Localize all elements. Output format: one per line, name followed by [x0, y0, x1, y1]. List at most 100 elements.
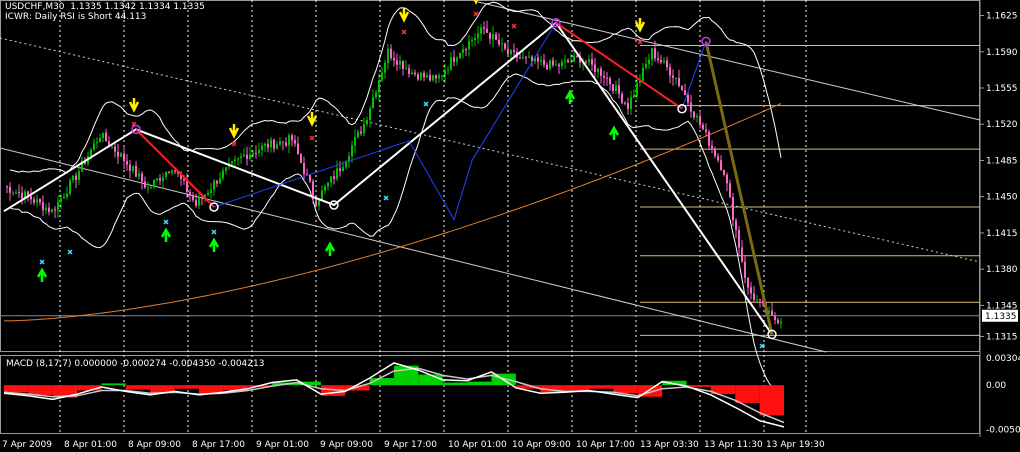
candle-down — [435, 75, 437, 79]
candle-down — [498, 39, 500, 45]
candle-down — [21, 192, 23, 199]
time-axis-label: 9 Apr 17:00 — [384, 440, 437, 450]
candle-down — [627, 102, 629, 109]
sell-arrow — [128, 98, 140, 113]
candle-down — [774, 315, 776, 320]
candle-down — [39, 199, 41, 203]
candle-up — [645, 64, 647, 68]
candle-down — [678, 77, 680, 87]
signal-cross — [309, 135, 315, 141]
candle-up — [45, 207, 47, 211]
candle-down — [546, 64, 548, 70]
candle-down — [729, 183, 731, 197]
candle-down — [195, 200, 197, 206]
candle-down — [603, 75, 605, 78]
macd-bar-positive — [101, 383, 126, 386]
candle-up — [222, 170, 224, 179]
candle-down — [741, 247, 743, 262]
candle-up — [207, 192, 209, 195]
candle-up — [357, 131, 359, 138]
price-chart-svg[interactable]: 1.1625 1.1590 1.1555 1.1520 1.1485 1.1450 1.14… — [0, 0, 1020, 452]
signal-cross — [39, 259, 45, 265]
time-axis-label: 13 Apr 03:30 — [640, 440, 699, 450]
candle-down — [489, 32, 491, 40]
candle-up — [165, 171, 167, 178]
price-tick-label: 1.1520 — [986, 120, 1018, 130]
candle-up — [480, 27, 482, 34]
candle-up — [147, 187, 149, 189]
candle-up — [351, 145, 353, 157]
candle-down — [609, 78, 611, 85]
candle-up — [588, 59, 590, 63]
candle-up — [132, 165, 134, 172]
candle-down — [42, 202, 44, 211]
candle-up — [456, 58, 458, 62]
candle-down — [216, 180, 218, 184]
candle-down — [699, 115, 701, 125]
buy-arrow — [564, 89, 576, 104]
signal-cross — [401, 29, 407, 35]
buy-arrow — [608, 125, 620, 140]
candle-up — [432, 75, 434, 81]
macd-bar-negative — [4, 385, 29, 393]
candle-up — [288, 135, 290, 146]
candle-up — [375, 92, 377, 98]
candle-down — [504, 43, 506, 49]
candle-down — [672, 75, 674, 78]
candle-up — [213, 180, 215, 190]
candle-down — [684, 90, 686, 96]
channel-line-dotted — [0, 37, 981, 263]
time-axis-label: 7 Apr 2009 — [2, 440, 52, 450]
candle-down — [735, 220, 737, 230]
candle-up — [597, 68, 599, 72]
candle-down — [543, 60, 545, 65]
candle-down — [666, 60, 668, 68]
signal-cross — [231, 141, 237, 147]
candle-up — [642, 67, 644, 81]
candle-down — [585, 61, 587, 63]
price-tick-label: 1.1590 — [986, 48, 1018, 58]
candle-down — [750, 287, 752, 294]
candle-down — [159, 178, 161, 181]
price-tick-label: 1.1485 — [986, 156, 1018, 166]
candle-up — [111, 146, 113, 148]
candle-down — [297, 143, 299, 155]
trend-olive — [704, 41, 774, 335]
macd-bar-negative — [735, 385, 760, 403]
candle-up — [15, 192, 17, 194]
candle-down — [594, 64, 596, 72]
candle-up — [462, 49, 464, 53]
candle-up — [153, 180, 155, 187]
candle-up — [561, 61, 563, 67]
candle-down — [483, 27, 485, 29]
candle-down — [393, 58, 395, 61]
candle-up — [459, 52, 461, 59]
candle-up — [210, 189, 212, 193]
candle-down — [681, 86, 683, 91]
candle-up — [342, 167, 344, 172]
candle-up — [138, 173, 140, 177]
candle-up — [156, 178, 158, 181]
candle-up — [171, 170, 173, 173]
candle-down — [753, 293, 755, 300]
candle-down — [141, 173, 143, 182]
candle-down — [708, 131, 710, 146]
candle-up — [555, 64, 557, 66]
candle-up — [234, 159, 236, 162]
candle-down — [714, 148, 716, 157]
candle-down — [30, 195, 32, 200]
candle-up — [372, 97, 374, 109]
sell-arrow — [634, 18, 646, 33]
candle-up — [420, 72, 422, 80]
chart-root: USDCHF,M30 1.1335 1.1342 1.1334 1.1335 I… — [0, 0, 1020, 452]
candle-up — [411, 72, 413, 74]
candle-up — [630, 97, 632, 109]
candle-up — [510, 50, 512, 55]
signal-cross — [423, 101, 429, 107]
buy-arrow — [324, 241, 336, 256]
candle-down — [537, 57, 539, 62]
candle-up — [261, 145, 263, 150]
candle-down — [465, 49, 467, 51]
candle-up — [648, 59, 650, 65]
candle-up — [471, 39, 473, 41]
